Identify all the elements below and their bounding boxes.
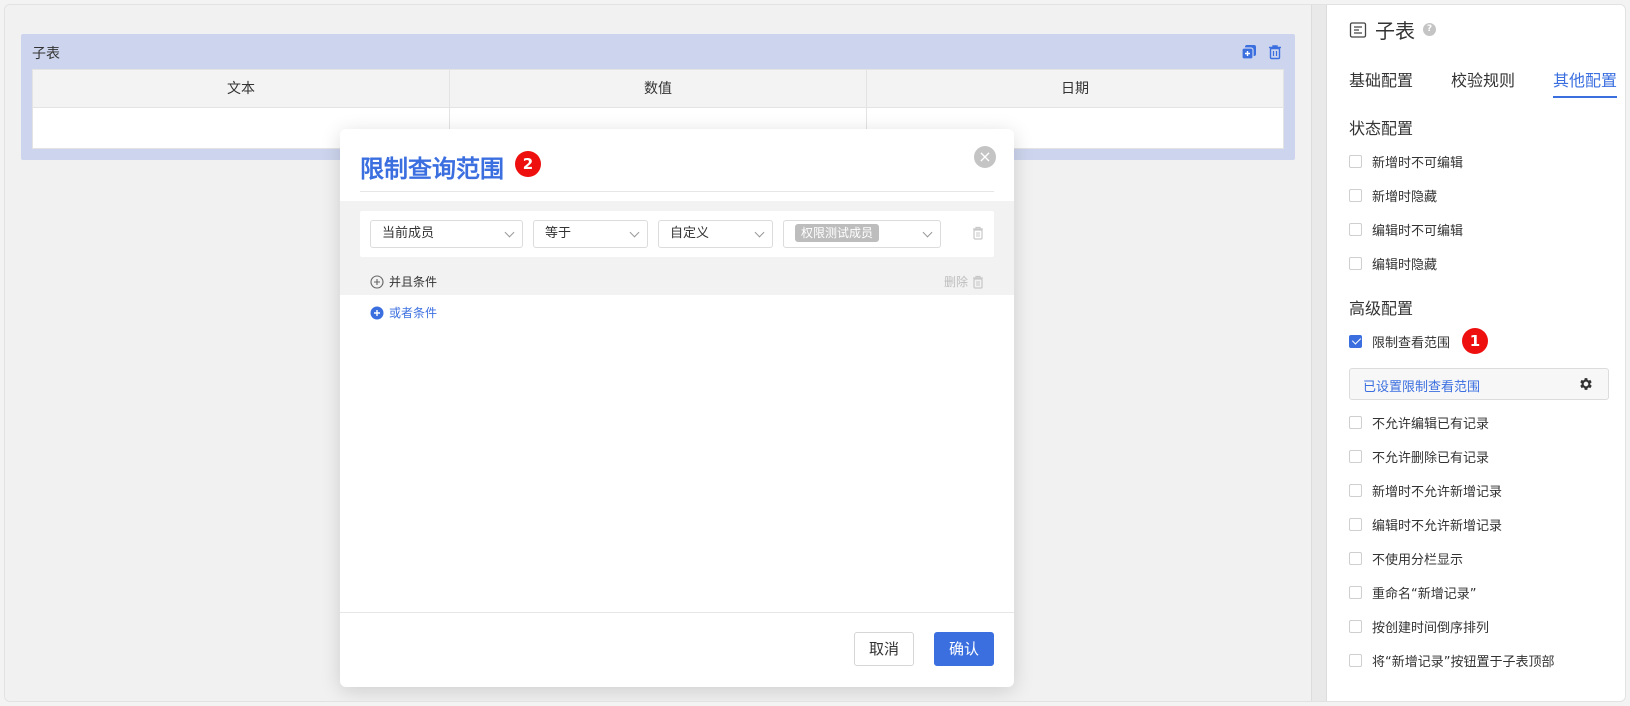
subtable-header-row: 文本 数值 日期 [33, 70, 1283, 108]
checkbox[interactable] [1349, 654, 1362, 667]
app-frame: 子表 文本 数值 日期 限制查询范围 2 × 当前成员 等于 自定义 权限测试成… [4, 4, 1626, 702]
option-row[interactable]: 新增时隐藏 [1349, 186, 1437, 205]
checkbox[interactable] [1349, 552, 1362, 565]
member-tag: 权限测试成员 [795, 224, 880, 242]
checkbox[interactable] [1349, 223, 1362, 236]
field-select[interactable]: 当前成员 [370, 220, 523, 248]
mode-select[interactable]: 自定义 [658, 220, 773, 248]
option-row[interactable]: 新增时不允许新增记录 [1349, 481, 1502, 500]
dialog-title: 限制查询范围 [360, 155, 504, 183]
panel-divider [1311, 5, 1327, 701]
panel-header: 子表 ? [1349, 15, 1436, 44]
chevron-down-icon [504, 227, 515, 238]
option-label: 编辑时不可编辑 [1372, 224, 1464, 239]
option-label: 不使用分栏显示 [1372, 553, 1464, 568]
option-label: 不允许编辑已有记录 [1372, 417, 1490, 432]
value-select[interactable]: 权限测试成员 [783, 220, 941, 248]
panel-title: 子表 [1375, 19, 1415, 43]
limit-query-dialog: 限制查询范围 2 × 当前成员 等于 自定义 权限测试成员 并且条件 删除 或者… [340, 129, 1014, 687]
option-row-limit-view[interactable]: 限制查看范围 1 [1349, 328, 1489, 354]
range-setting-label: 已设置限制查看范围 [1363, 380, 1481, 395]
condition-row: 当前成员 等于 自定义 权限测试成员 [360, 211, 994, 257]
divider [340, 612, 1014, 613]
operator-select-value: 等于 [545, 226, 572, 241]
section-title-advanced: 高级配置 [1349, 299, 1414, 318]
range-setting-box[interactable]: 已设置限制查看范围 [1349, 368, 1609, 400]
chevron-down-icon [922, 227, 933, 238]
confirm-button[interactable]: 确认 [934, 632, 994, 666]
tab-other[interactable]: 其他配置 [1553, 67, 1618, 98]
form-canvas: 子表 文本 数值 日期 限制查询范围 2 × 当前成员 等于 自定义 权限测试成… [5, 5, 1311, 701]
chevron-down-icon [629, 227, 640, 238]
plus-circle-icon [370, 306, 384, 319]
trash-icon[interactable] [972, 226, 984, 244]
checkbox[interactable] [1349, 586, 1362, 599]
checkbox-checked[interactable] [1349, 334, 1362, 348]
checkbox[interactable] [1349, 518, 1362, 531]
add-or-condition-button[interactable]: 或者条件 [370, 304, 437, 321]
operator-select[interactable]: 等于 [533, 220, 648, 248]
option-label: 新增时不可编辑 [1372, 156, 1464, 171]
option-row[interactable]: 编辑时隐藏 [1349, 254, 1437, 273]
checkbox[interactable] [1349, 416, 1362, 429]
column-header-date: 日期 [1061, 81, 1089, 97]
option-label: 编辑时不允许新增记录 [1372, 519, 1503, 534]
option-row[interactable]: 重命名“新增记录” [1349, 583, 1476, 602]
option-row[interactable]: 新增时不可编辑 [1349, 152, 1463, 171]
delete-group-button[interactable]: 删除 [944, 273, 984, 290]
option-label: 重命名“新增记录” [1372, 587, 1477, 602]
option-row[interactable]: 编辑时不允许新增记录 [1349, 515, 1502, 534]
option-row[interactable]: 不允许删除已有记录 [1349, 447, 1489, 466]
section-title-status: 状态配置 [1349, 119, 1414, 138]
delete-group-label: 删除 [943, 275, 968, 289]
column-header-number: 数值 [450, 70, 867, 107]
mode-select-value: 自定义 [670, 226, 710, 241]
help-icon[interactable]: ? [1423, 23, 1436, 36]
trash-icon [973, 275, 983, 289]
step-badge: 1 [1462, 328, 1489, 354]
tab-validation[interactable]: 校验规则 [1451, 67, 1515, 98]
add-and-condition-label: 并且条件 [389, 275, 438, 289]
option-label: 按创建时间倒序排列 [1372, 621, 1490, 636]
checkbox[interactable] [1349, 189, 1362, 202]
subtable-title: 子表 [32, 46, 60, 62]
option-row[interactable]: 将“新增记录”按钮置于子表顶部 [1349, 651, 1554, 670]
copy-icon[interactable] [1241, 44, 1257, 60]
step-badge: 2 [515, 151, 541, 177]
checkbox[interactable] [1349, 620, 1362, 633]
close-icon[interactable]: × [974, 146, 996, 168]
condition-group: 当前成员 等于 自定义 权限测试成员 并且条件 删除 [340, 201, 1014, 295]
column-header-text: 文本 [33, 70, 450, 107]
option-row[interactable]: 不使用分栏显示 [1349, 549, 1463, 568]
option-row[interactable]: 不允许编辑已有记录 [1349, 413, 1489, 432]
option-label: 将“新增记录”按钮置于子表顶部 [1372, 655, 1555, 670]
plus-circle-icon [370, 274, 384, 289]
checkbox[interactable] [1349, 257, 1362, 270]
checkbox[interactable] [1349, 484, 1362, 497]
subtable-actions [1241, 44, 1283, 60]
field-select-value: 当前成员 [382, 226, 435, 241]
checkbox[interactable] [1349, 450, 1362, 463]
chevron-down-icon [754, 227, 765, 238]
option-label: 不允许删除已有记录 [1372, 451, 1490, 466]
divider [360, 191, 994, 192]
option-row[interactable]: 按创建时间倒序排列 [1349, 617, 1489, 636]
properties-panel: 子表 ? 基础配置 校验规则 其他配置 状态配置 新增时不可编辑 新增时隐藏 编… [1327, 5, 1625, 701]
checkbox[interactable] [1349, 155, 1362, 168]
add-or-condition-label: 或者条件 [389, 306, 438, 320]
option-label: 新增时不允许新增记录 [1372, 485, 1503, 500]
option-label: 限制查看范围 [1372, 335, 1451, 351]
config-tabs: 基础配置 校验规则 其他配置 [1349, 67, 1618, 98]
option-label: 新增时隐藏 [1372, 190, 1438, 205]
tab-basic[interactable]: 基础配置 [1349, 67, 1413, 98]
trash-icon[interactable] [1267, 44, 1283, 60]
option-label: 编辑时隐藏 [1372, 258, 1438, 273]
cancel-button[interactable]: 取消 [854, 632, 914, 666]
subtable-icon [1349, 21, 1367, 38]
gear-icon[interactable] [1578, 376, 1594, 392]
option-row[interactable]: 编辑时不可编辑 [1349, 220, 1463, 239]
add-and-condition-button[interactable]: 并且条件 [370, 273, 437, 290]
